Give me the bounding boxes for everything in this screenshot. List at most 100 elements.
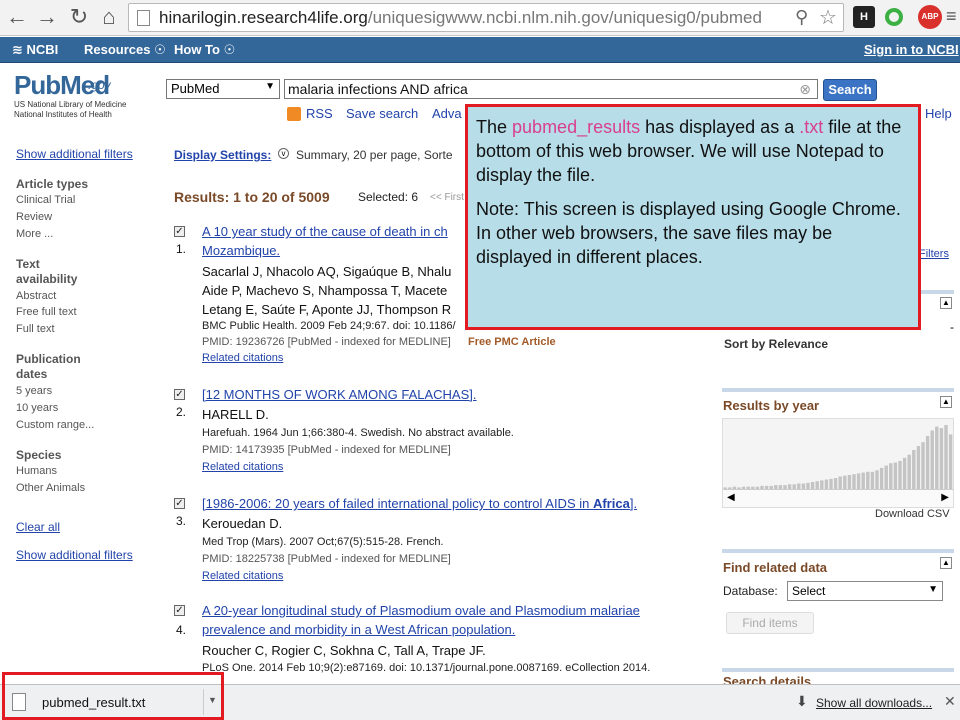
year-bar[interactable] — [861, 472, 865, 489]
related-citations-link[interactable]: Related citations — [202, 461, 283, 473]
related-citations-link[interactable]: Related citations — [202, 352, 283, 364]
year-bar[interactable] — [939, 428, 944, 489]
search-input[interactable]: malaria infections AND africa ⊗ — [284, 79, 818, 99]
howto-menu[interactable]: How To ☉ — [174, 42, 235, 58]
address-bar[interactable]: hinarilogin.research4life.org/uniquesigw… — [128, 3, 844, 32]
filter-custom-range[interactable]: Custom range... — [16, 419, 94, 431]
ncbi-logo[interactable]: ≋ NCBI — [12, 42, 58, 58]
search-button[interactable]: Search — [823, 79, 877, 101]
clear-search-icon[interactable]: ⊗ — [799, 81, 811, 98]
year-bar[interactable] — [847, 475, 852, 489]
result-checkbox-2[interactable]: ✓ — [174, 389, 185, 400]
filter-clinical-trial[interactable]: Clinical Trial — [16, 194, 75, 206]
menu-icon[interactable]: ≡ — [946, 6, 957, 27]
year-bar[interactable] — [829, 478, 833, 489]
advanced-link[interactable]: Adva — [432, 106, 462, 121]
find-items-button[interactable]: Find items — [726, 612, 814, 634]
year-bar[interactable] — [856, 473, 861, 489]
bookmark-star-icon[interactable]: ☆ — [819, 5, 837, 30]
result-title[interactable]: A 10 year study of the cause of death in… — [202, 224, 448, 239]
year-bar[interactable] — [875, 470, 879, 489]
save-search-link[interactable]: Save search — [346, 106, 418, 121]
filters-link[interactable]: Filters — [919, 248, 949, 260]
clear-all-link[interactable]: Clear all — [16, 520, 60, 534]
rss-icon[interactable] — [287, 107, 301, 121]
related-citations-link[interactable]: Related citations — [202, 570, 283, 582]
year-bar[interactable] — [820, 480, 824, 489]
display-settings-link[interactable]: Display Settings: — [174, 148, 271, 162]
filter-humans[interactable]: Humans — [16, 465, 57, 477]
magnifier-icon[interactable]: ⚲ — [795, 7, 808, 28]
adblock-icon[interactable]: ABP — [918, 5, 942, 29]
database-select[interactable]: PubMed ▼ — [166, 79, 280, 99]
back-arrow-icon[interactable]: ← — [4, 4, 30, 30]
year-bar[interactable] — [889, 463, 893, 489]
rss-link[interactable]: RSS — [306, 106, 333, 121]
year-bar[interactable] — [921, 442, 925, 489]
free-pmc-article[interactable]: Free PMC Article — [468, 336, 556, 348]
year-bar[interactable] — [925, 435, 930, 489]
year-bar[interactable] — [944, 425, 948, 489]
year-bar[interactable] — [930, 430, 934, 490]
filter-other-animals[interactable]: Other Animals — [16, 482, 85, 494]
sign-in-link[interactable]: Sign in to NCBI — [864, 42, 959, 57]
year-bar[interactable] — [948, 434, 953, 489]
filter-abstract[interactable]: Abstract — [16, 290, 56, 302]
scroll-left-icon[interactable]: ◀ — [727, 492, 735, 503]
collapse-icon[interactable]: ▲ — [940, 297, 952, 309]
year-bar[interactable] — [838, 476, 842, 490]
year-bar[interactable] — [916, 446, 921, 489]
year-bar[interactable] — [898, 460, 902, 489]
year-bar[interactable] — [884, 465, 888, 489]
extension-circle-icon[interactable] — [885, 8, 903, 26]
collapse-icon[interactable]: ▲ — [940, 557, 952, 569]
result-checkbox-4[interactable]: ✓ — [174, 605, 185, 616]
year-bar[interactable] — [870, 471, 875, 489]
show-filters-link-top[interactable]: Show additional filters — [16, 147, 133, 161]
result-title-cont[interactable]: Mozambique. — [202, 243, 280, 258]
year-bar[interactable] — [815, 481, 819, 489]
result-checkbox-3[interactable]: ✓ — [174, 498, 185, 509]
filter-full-text[interactable]: Full text — [16, 323, 55, 335]
result-title-cont[interactable]: prevalence and morbidity in a West Afric… — [202, 622, 515, 637]
year-bar[interactable] — [833, 478, 838, 489]
resources-menu[interactable]: Resources ☉ — [84, 42, 166, 58]
help-link[interactable]: Help — [925, 106, 952, 121]
result-checkbox-1[interactable]: ✓ — [174, 226, 185, 237]
filter-review[interactable]: Review — [16, 211, 52, 223]
year-bar[interactable] — [907, 454, 911, 489]
year-bar[interactable] — [852, 474, 856, 489]
sort-by-relevance[interactable]: Sort by Relevance — [724, 337, 828, 351]
related-database-select[interactable]: Select ▼ — [787, 581, 943, 601]
result-title[interactable]: [12 MONTHS OF WORK AMONG FALACHAS]. — [202, 387, 477, 402]
year-bar[interactable] — [866, 471, 870, 489]
first-page-link[interactable]: << First — [430, 192, 464, 203]
show-all-downloads-link[interactable]: Show all downloads... — [816, 696, 932, 710]
year-bar[interactable] — [912, 450, 916, 489]
filter-more[interactable]: More ... — [16, 228, 53, 240]
year-bar[interactable] — [902, 457, 907, 489]
close-download-bar-icon[interactable]: ✕ — [944, 693, 956, 710]
display-settings-chevron-icon[interactable]: v — [278, 148, 289, 159]
show-filters-link-bottom[interactable]: Show additional filters — [16, 548, 133, 562]
year-bar[interactable] — [879, 467, 884, 489]
year-bar[interactable] — [810, 482, 815, 489]
result-title[interactable]: A 20-year longitudinal study of Plasmodi… — [202, 603, 640, 618]
forward-arrow-icon[interactable]: → — [34, 4, 60, 30]
extension-h-icon[interactable]: H — [853, 6, 875, 28]
collapse-icon[interactable]: ▲ — [940, 396, 952, 408]
filter-10-years[interactable]: 10 years — [16, 402, 58, 414]
result-title[interactable]: [1986-2006: 20 years of failed internati… — [202, 496, 637, 511]
filter-5-years[interactable]: 5 years — [16, 385, 52, 397]
year-bar[interactable] — [893, 462, 898, 490]
year-bar[interactable] — [843, 475, 847, 489]
download-csv-link[interactable]: Download CSV — [875, 508, 950, 520]
home-icon[interactable]: ⌂ — [96, 4, 122, 30]
filter-free-full-text[interactable]: Free full text — [16, 306, 77, 318]
year-bar[interactable] — [935, 426, 939, 489]
scroll-right-icon[interactable]: ▶ — [941, 492, 949, 503]
year-bar[interactable] — [824, 479, 829, 489]
reload-icon[interactable]: ↻ — [66, 4, 92, 30]
chart-scrollbar[interactable]: ◀ ▶ — [723, 489, 953, 507]
find-related-title: Find related data — [723, 560, 828, 575]
